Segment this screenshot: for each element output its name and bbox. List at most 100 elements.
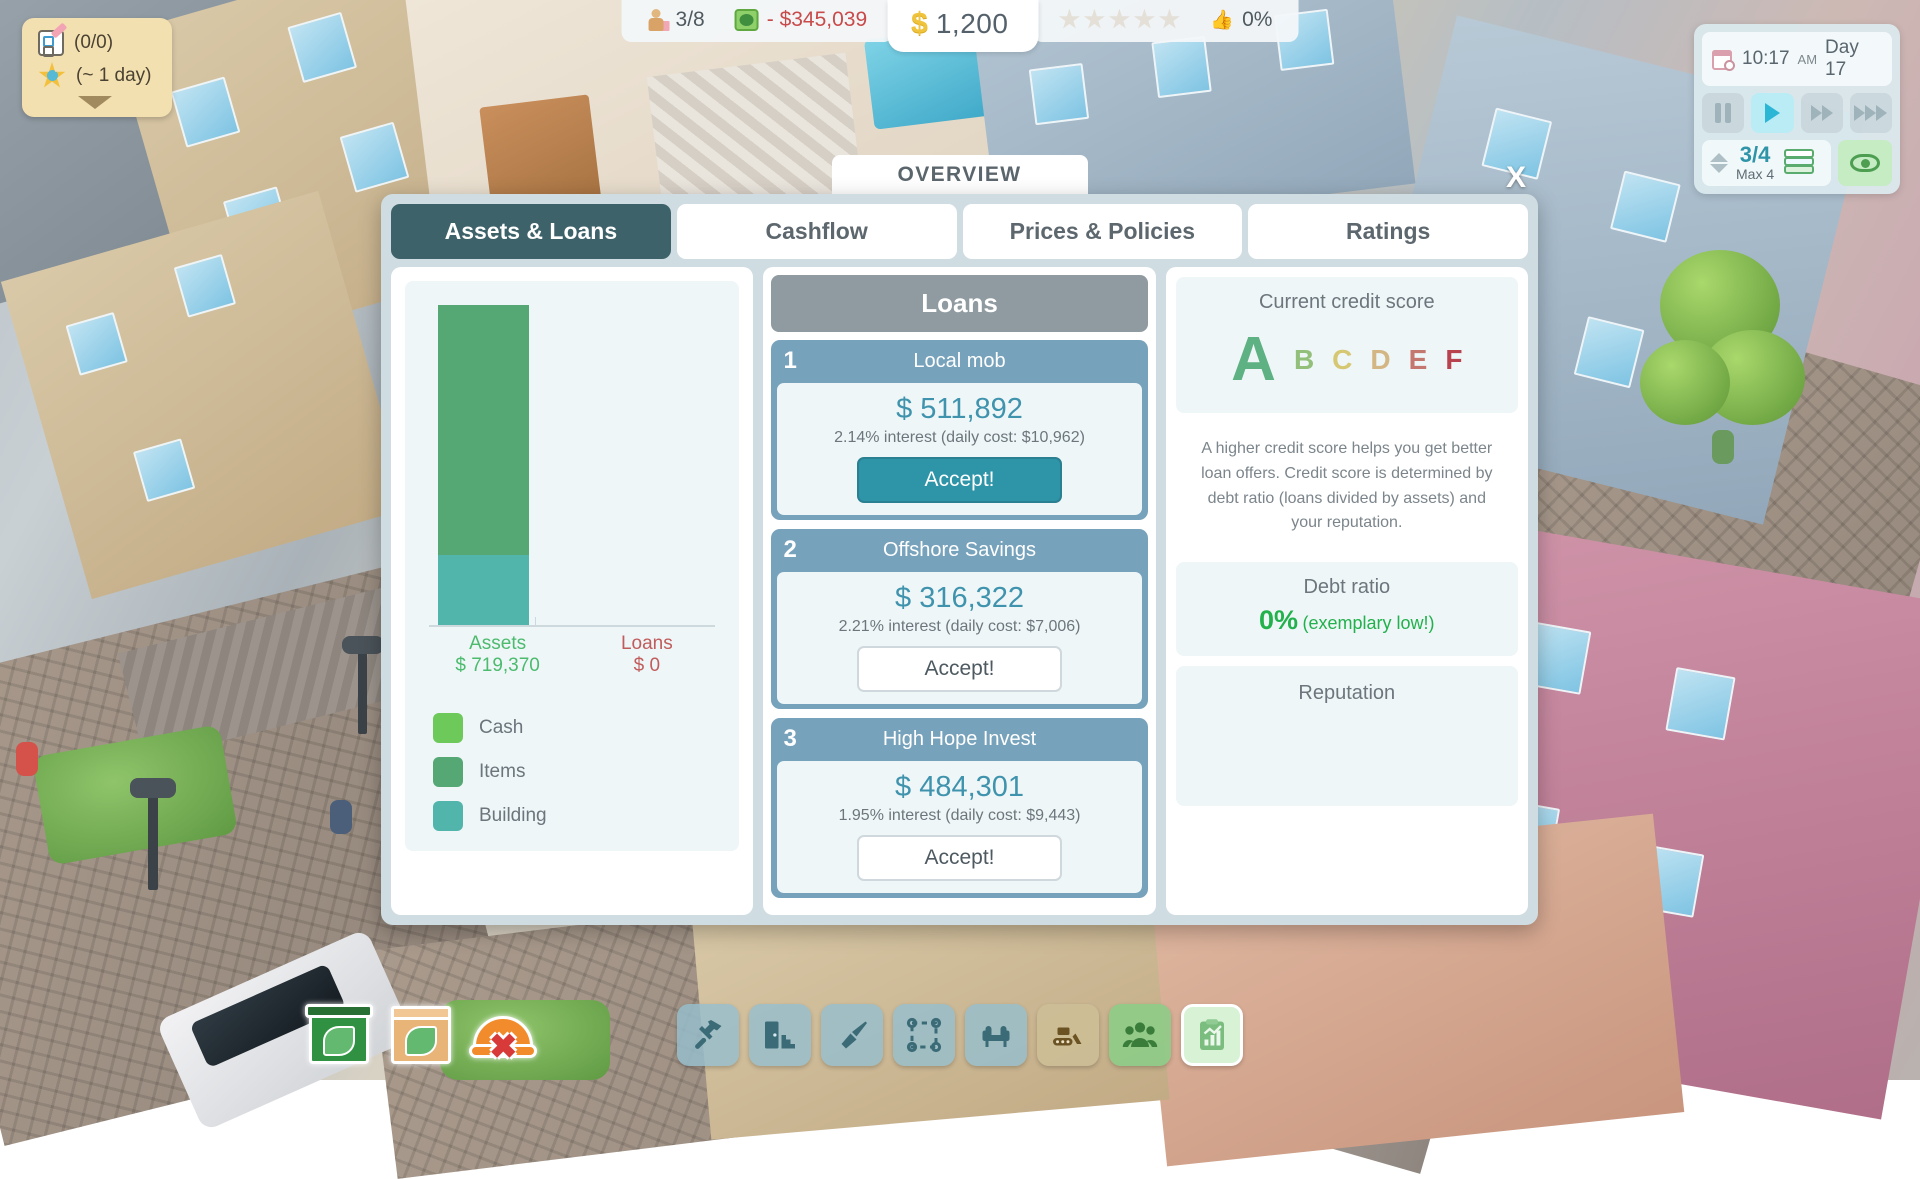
chart-axis (429, 625, 715, 627)
clock-time: 10:17 (1742, 48, 1790, 70)
pedestrian (16, 742, 38, 776)
loan-offer-3: 3 High Hope Invest $ 484,301 1.95% inter… (771, 718, 1147, 898)
credit-grade-a: A (1231, 324, 1276, 395)
credit-score-box: Current credit score A B C D E F (1176, 277, 1518, 413)
staff-value: 3/8 (676, 8, 705, 32)
left-tool-group: ✖ (305, 1000, 537, 1068)
accept-loan-1-button[interactable]: Accept! (857, 457, 1062, 503)
overview-tool[interactable] (1181, 1004, 1243, 1066)
debt-ratio-note: (exemplary low!) (1303, 613, 1435, 633)
clipboard-chart-icon (1194, 1017, 1230, 1053)
layers-icon[interactable] (1784, 149, 1814, 177)
call-badge-icon (405, 1026, 437, 1056)
overview-dialog: OVERVIEW X Assets & Loans Cashflow Price… (381, 155, 1538, 925)
play-button[interactable] (1751, 93, 1793, 133)
quest-panel[interactable]: (0/0) (~ 1 day) (22, 18, 172, 117)
ultra-speed-button[interactable] (1850, 93, 1892, 133)
hud-right-strip: 👍 0% (1032, 0, 1298, 42)
street-lamp (148, 790, 158, 890)
money-value: 1,200 (936, 8, 1009, 40)
star-icon (1108, 9, 1130, 31)
floor-max: Max 4 (1736, 166, 1774, 182)
debt-ratio-title: Debt ratio (1186, 576, 1508, 599)
star-icon (1133, 9, 1155, 31)
floor-stepper-icon[interactable] (1710, 153, 1728, 173)
door-stairs-tool[interactable] (749, 1004, 811, 1066)
tab-prices-policies[interactable]: Prices & Policies (963, 204, 1243, 259)
caret-down-icon[interactable] (78, 96, 112, 109)
legend-label-items: Items (479, 761, 525, 783)
approval-indicator: 👍 0% (1210, 8, 1272, 32)
tree (1640, 340, 1730, 425)
pause-icon (1715, 103, 1731, 123)
assets-category-name: Assets (423, 633, 572, 655)
assets-chart-panel: Assets $ 719,370 Loans $ 0 Cash (391, 267, 753, 915)
bulldozer-icon (1050, 1017, 1086, 1053)
paint-tool[interactable] (821, 1004, 883, 1066)
top-hud: 3/8 - $345,039 $ 1,200 👍 0% (622, 0, 1299, 52)
loan-offer-2-interest: 2.21% interest (daily cost: $7,006) (787, 618, 1131, 636)
chart-plot-area (429, 307, 715, 627)
storage-box-tool[interactable] (387, 1000, 455, 1068)
clock-row: 10:17 AM Day 17 (1702, 32, 1892, 86)
tab-cashflow[interactable]: Cashflow (677, 204, 957, 259)
tab-ratings[interactable]: Ratings (1248, 204, 1528, 259)
reputation-title: Reputation (1186, 682, 1508, 705)
chart-category-labels: Assets $ 719,370 Loans $ 0 (423, 633, 721, 677)
loans-category-name: Loans (572, 633, 721, 655)
construction-stop-tool[interactable]: ✖ (469, 1000, 537, 1068)
legend-label-building: Building (479, 805, 547, 827)
cashflow-value: - $345,039 (767, 8, 867, 32)
loan-offer-2-amount: $ 316,322 (787, 582, 1131, 615)
street-lamp-head (130, 778, 176, 798)
loan-offer-2: 2 Offshore Savings $ 316,322 2.21% inter… (771, 529, 1147, 709)
tab-bar: Assets & Loans Cashflow Prices & Policie… (391, 204, 1528, 259)
star-icon (1058, 9, 1080, 31)
legend-swatch-cash (433, 713, 463, 743)
tab-assets-loans[interactable]: Assets & Loans (391, 204, 671, 259)
loans-value: $ 0 (572, 655, 721, 677)
loan-offer-1-interest: 2.14% interest (daily cost: $10,962) (787, 429, 1131, 447)
calendar-clock-icon (1712, 48, 1734, 70)
staff-tool[interactable] (1109, 1004, 1171, 1066)
panels-row: Assets $ 719,370 Loans $ 0 Cash (391, 267, 1528, 915)
build-tool[interactable] (677, 1004, 739, 1066)
chart-label-assets: Assets $ 719,370 (423, 633, 572, 677)
pause-button[interactable] (1702, 93, 1744, 133)
pedestrian (1712, 430, 1734, 464)
reputation-box: Reputation (1176, 666, 1518, 806)
credit-panel: Current credit score A B C D E F A highe… (1166, 267, 1528, 915)
loans-panel: Loans 1 Local mob $ 511,892 2.14% intere… (763, 267, 1155, 915)
legend-swatch-items (433, 757, 463, 787)
visibility-toggle[interactable] (1838, 140, 1892, 186)
floor-current: 3/4 (1740, 144, 1771, 166)
bar-assets (438, 305, 530, 625)
floor-selector[interactable]: 3/4 Max 4 (1702, 140, 1831, 186)
demolish-tool[interactable] (1037, 1004, 1099, 1066)
select-area-tool[interactable] (893, 1004, 955, 1066)
loan-offer-2-body: $ 316,322 2.21% interest (daily cost: $7… (777, 572, 1141, 704)
pedestrian (330, 800, 352, 834)
bar-segment-building (438, 555, 530, 625)
armchair-icon (978, 1017, 1014, 1053)
furniture-tool[interactable] (965, 1004, 1027, 1066)
loan-offer-1-lender: Local mob (783, 350, 1135, 373)
dashed-selection-icon (906, 1017, 942, 1053)
credit-grade-b: B (1294, 344, 1314, 376)
chart-legend: Cash Items Building (423, 713, 721, 831)
loan-offer-3-header: 3 High Hope Invest (771, 718, 1147, 761)
staff-indicator: 3/8 (648, 8, 705, 32)
hammer-icon (690, 1017, 726, 1053)
dialog-title: OVERVIEW (832, 155, 1088, 194)
accept-loan-2-button[interactable]: Accept! (857, 646, 1062, 692)
day-counter: Day 17 (1825, 37, 1882, 81)
credit-grade-c: C (1332, 344, 1352, 376)
clipboard-pencil-icon (38, 30, 64, 56)
legend-item-cash: Cash (433, 713, 721, 743)
fast-forward-button[interactable] (1801, 93, 1843, 133)
accept-loan-3-button[interactable]: Accept! (857, 835, 1062, 881)
recycle-bin-tool[interactable] (305, 1000, 373, 1068)
close-icon[interactable]: X (1506, 163, 1526, 193)
cashflow-indicator: - $345,039 (735, 8, 867, 32)
play-icon (1765, 103, 1780, 123)
